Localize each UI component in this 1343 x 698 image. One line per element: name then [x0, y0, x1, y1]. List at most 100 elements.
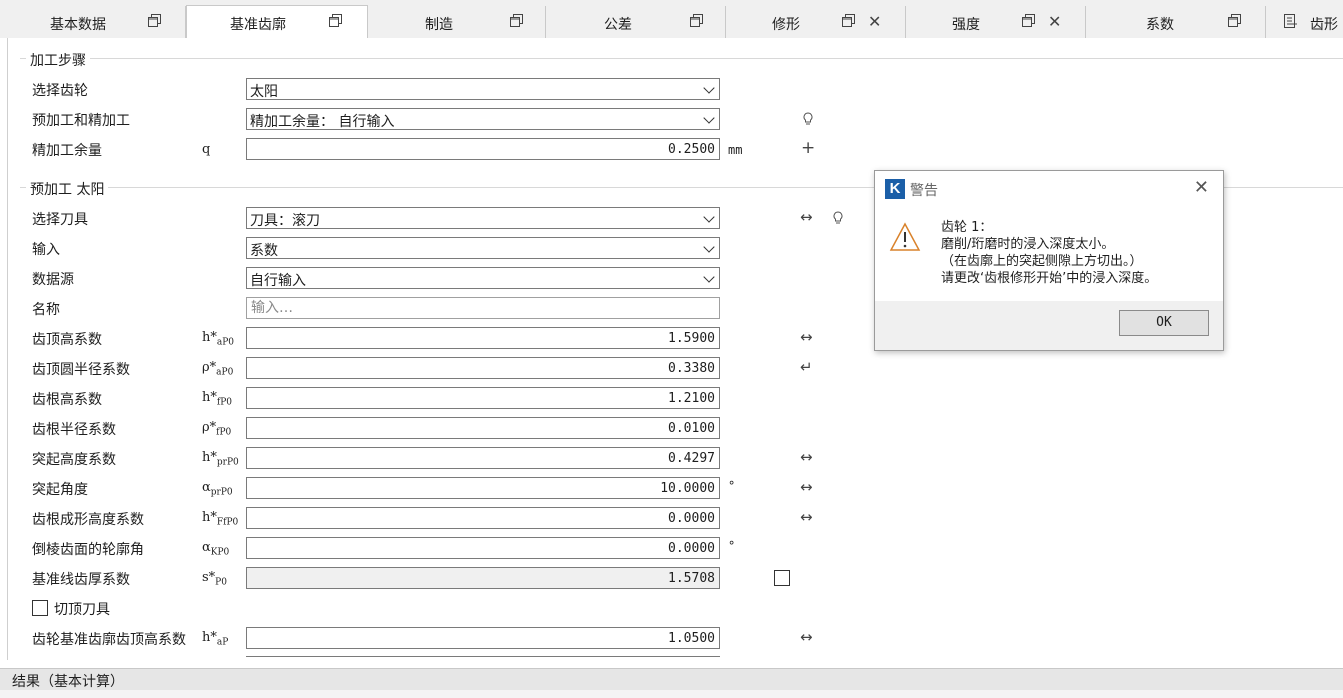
tool-dropdown[interactable]: 刀具：滚刀 [246, 207, 720, 229]
row-symbol: h*fP0 [202, 390, 232, 408]
topping-tool-checkbox[interactable] [32, 600, 48, 616]
row-symbol: s*P0 [202, 570, 227, 588]
restore-window-icon[interactable] [1022, 14, 1035, 27]
protuberance-angle-input[interactable]: 10.0000 [246, 477, 720, 499]
tab-label: 系数 [1146, 17, 1174, 33]
topping-tool-label: 切顶刀具 [54, 602, 110, 618]
dialog-title: 警告 [910, 183, 938, 199]
chevron-down-icon [703, 211, 715, 223]
name-input[interactable] [249, 299, 713, 317]
message-line: 请更改‘齿根修形开始’中的浸入深度。 [941, 271, 1158, 286]
pre-finish-label: 预加工和精加工 [32, 113, 130, 129]
dialog-message: 齿轮 1： 磨削/珩磨时的浸入深度太小。 （在齿廓上的突起侧隙上方切出。） 请更… [941, 219, 1157, 287]
lightbulb-icon[interactable] [833, 211, 843, 225]
name-field-box [246, 297, 720, 319]
tab-manufacturing[interactable]: 制造 [368, 6, 546, 38]
restore-window-icon[interactable] [842, 14, 855, 27]
input-value: 1.5708 [668, 571, 715, 586]
dedendum-coef-input[interactable]: 1.2100 [246, 387, 720, 409]
double-arrow-icon[interactable]: ↔ [800, 448, 813, 466]
plus-icon[interactable]: + [801, 138, 815, 158]
input-value: 0.2500 [668, 142, 715, 157]
panel-border [7, 38, 8, 660]
tab-label: 基准齿廓 [230, 17, 286, 33]
tab-factors[interactable]: 系数 [1086, 6, 1266, 38]
select-gear-label: 选择齿轮 [32, 83, 88, 99]
restore-window-icon[interactable] [329, 14, 342, 27]
results-bar[interactable]: 结果（基本计算） [0, 668, 1343, 691]
restore-window-icon[interactable] [690, 14, 703, 27]
dropdown-value: 刀具：滚刀 [250, 213, 320, 229]
row-symbol: h*prP0 [202, 450, 239, 468]
allowance-input[interactable]: 0.2500 [246, 138, 720, 160]
dialog-titlebar: K 警告 ✕ [875, 171, 1223, 205]
tooth-thickness-checkbox[interactable] [774, 570, 790, 586]
message-line: 磨削/珩磨时的浸入深度太小。 [941, 237, 1115, 252]
tab-label: 基本数据 [50, 17, 106, 33]
lightbulb-icon[interactable] [803, 112, 813, 126]
input-value: 0.4297 [668, 451, 715, 466]
addendum-coef-input[interactable]: 1.5900 [246, 327, 720, 349]
double-arrow-icon[interactable]: ↔ [800, 208, 813, 226]
restore-window-icon[interactable] [148, 14, 161, 27]
double-arrow-icon[interactable]: ↔ [800, 508, 813, 526]
close-icon[interactable]: ✕ [868, 12, 881, 31]
row-symbol: h*aP0 [202, 330, 235, 348]
group-title-process-steps: 加工步骤 [26, 50, 90, 70]
row-label: 齿根高系数 [32, 392, 102, 408]
ok-button[interactable]: OK [1119, 310, 1209, 336]
tool-label: 选择刀具 [32, 212, 88, 228]
chevron-down-icon [703, 112, 715, 124]
row-symbol: h*aP [202, 630, 229, 648]
bottom-strip [0, 690, 1343, 698]
message-line: 齿轮 1： [941, 220, 993, 235]
dropdown-value: 精加工余量： 自行输入 [250, 114, 395, 130]
enter-arrow-icon[interactable]: ↵ [800, 358, 813, 376]
tab-tolerance[interactable]: 公差 [546, 6, 726, 38]
row-symbol: ρ*fP0 [202, 420, 232, 438]
input-mode-label: 输入 [32, 242, 60, 258]
source-dropdown[interactable]: 自行输入 [246, 267, 720, 289]
restore-window-icon[interactable] [510, 14, 523, 27]
row-symbol: ρ*aP0 [202, 360, 234, 378]
row-label: 齿根成形高度系数 [32, 512, 144, 528]
row-label: 齿根半径系数 [32, 422, 116, 438]
double-arrow-icon[interactable]: ↔ [800, 478, 813, 496]
tab-label: 齿形 [1310, 17, 1338, 33]
tab-tooth-form[interactable]: 齿形 [1266, 6, 1343, 38]
chamfer-angle-input[interactable]: 0.0000 [246, 537, 720, 559]
tab-reference-profile[interactable]: 基准齿廓 [186, 5, 368, 39]
row-symbol: h*FfP0 [202, 510, 239, 528]
chevron-down-icon [703, 82, 715, 94]
group-title-pre-machining: 预加工 太阳 [26, 179, 109, 199]
row-label: 齿顶高系数 [32, 332, 102, 348]
document-list-icon [1284, 14, 1297, 28]
input-value: 0.3380 [668, 361, 715, 376]
close-icon[interactable]: ✕ [1194, 177, 1209, 198]
input-value: 1.2100 [668, 391, 715, 406]
tab-modification[interactable]: 修形 ✕ [726, 6, 906, 38]
row-label: 基准线齿厚系数 [32, 572, 130, 588]
tooth-thickness-coef-input: 1.5708 [246, 567, 720, 589]
select-gear-dropdown[interactable]: 太阳 [246, 78, 720, 100]
tip-radius-coef-input[interactable]: 0.3380 [246, 357, 720, 379]
protuberance-height-input[interactable]: 0.4297 [246, 447, 720, 469]
allowance-symbol: q [202, 142, 211, 157]
root-form-height-input[interactable]: 0.0000 [246, 507, 720, 529]
gear-addendum-input[interactable]: 1.0500 [246, 627, 720, 649]
input-mode-dropdown[interactable]: 系数 [246, 237, 720, 259]
input-value: 0.0100 [668, 421, 715, 436]
double-arrow-icon[interactable]: ↔ [800, 628, 813, 646]
tab-basic-data[interactable]: 基本数据 [0, 6, 186, 38]
pre-finish-dropdown[interactable]: 精加工余量： 自行输入 [246, 108, 720, 130]
dropdown-value: 太阳 [250, 84, 278, 100]
tab-strength[interactable]: 强度 ✕ [906, 6, 1086, 38]
close-icon[interactable]: ✕ [1048, 12, 1061, 31]
input-value: 0.0000 [668, 541, 715, 556]
tab-bar: 基本数据 基准齿廓 制造 公差 修形 ✕ 强度 ✕ 系数 齿形 [0, 0, 1343, 39]
tab-label: 公差 [604, 17, 632, 33]
root-radius-coef-input[interactable]: 0.0100 [246, 417, 720, 439]
double-arrow-icon[interactable]: ↔ [800, 328, 813, 346]
restore-window-icon[interactable] [1228, 14, 1241, 27]
warning-triangle-icon [889, 222, 921, 251]
